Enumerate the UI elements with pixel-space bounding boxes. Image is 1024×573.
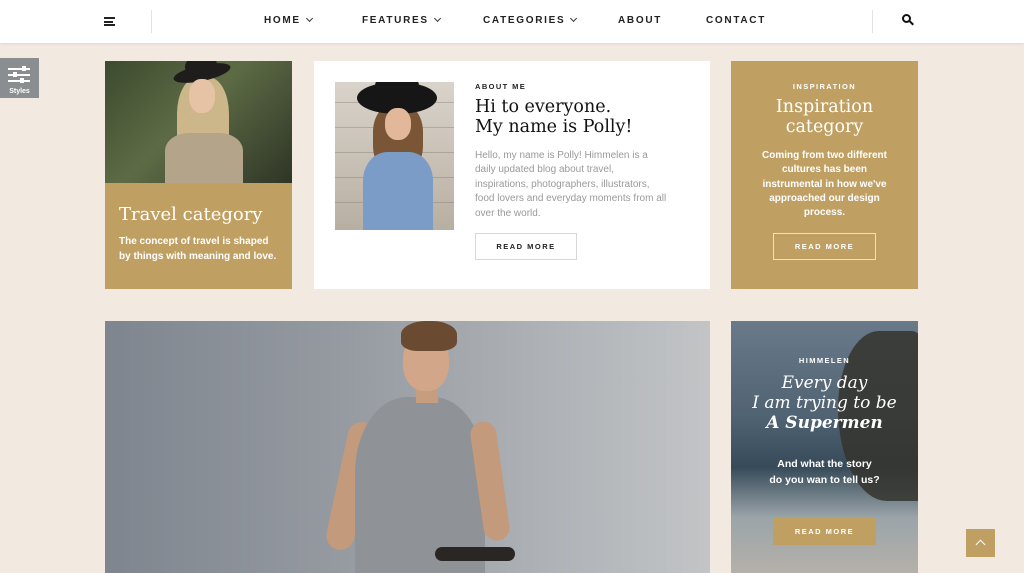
travel-card-text: The concept of travel is shaped by thing… <box>119 236 277 262</box>
travel-photo <box>105 61 292 183</box>
himmelen-text-line: And what the story <box>777 458 872 470</box>
nav-item-label: CATEGORIES <box>483 15 566 26</box>
author-photo <box>335 82 454 230</box>
nav-divider <box>151 10 152 33</box>
inspiration-text: Coming from two different cultures has b… <box>762 150 887 219</box>
himmelen-promo-card: HIMMELEN Every day I am trying to be A S… <box>731 321 918 573</box>
chevron-down-icon <box>433 14 441 23</box>
nav-item-label: FEATURES <box>362 15 429 26</box>
nav-item-label: CONTACT <box>706 15 767 26</box>
travel-card-title[interactable]: Travel category <box>119 204 262 225</box>
himmelen-headline-line: I am trying to be <box>752 393 897 413</box>
nav-item-categories[interactable]: CATEGORIES <box>483 14 578 26</box>
nav-item-features[interactable]: FEATURES <box>362 14 441 26</box>
about-eyebrow: ABOUT ME <box>475 82 527 91</box>
travel-category-card[interactable]: Travel category The concept of travel is… <box>105 61 292 289</box>
himmelen-headline-line: Every day <box>781 373 868 393</box>
nav-item-label: ABOUT <box>618 15 663 26</box>
inspiration-read-more-button[interactable]: READ MORE <box>773 233 876 260</box>
top-navigation-bar: HOME FEATURES CATEGORIES ABOUT CONTACT <box>0 0 1024 43</box>
about-heading-line: My name is Polly! <box>475 117 633 137</box>
himmelen-read-more-button[interactable]: READ MORE <box>773 518 876 545</box>
inspiration-title: Inspiration category <box>731 97 918 137</box>
search-icon[interactable] <box>902 14 914 26</box>
himmelen-text: And what the story do you wan to tell us… <box>756 456 893 488</box>
inspiration-eyebrow: INSPIRATION <box>792 82 857 91</box>
sliders-icon <box>8 66 30 83</box>
nav-item-home[interactable]: HOME <box>264 14 313 26</box>
nav-divider <box>872 10 873 33</box>
about-me-card: ABOUT ME Hi to everyone. My name is Poll… <box>314 61 710 289</box>
about-read-more-button[interactable]: READ MORE <box>475 233 577 260</box>
nav-item-label: HOME <box>264 15 301 26</box>
back-to-top-button[interactable] <box>966 529 995 557</box>
chevron-down-icon <box>305 14 313 23</box>
featured-post-image[interactable] <box>105 321 710 573</box>
himmelen-text-line: do you wan to tell us? <box>769 474 880 486</box>
inspiration-category-card: INSPIRATION Inspiration category Coming … <box>731 61 918 289</box>
nav-item-contact[interactable]: CONTACT <box>706 15 766 26</box>
hamburger-menu-icon[interactable] <box>104 17 115 26</box>
styles-panel-toggle[interactable]: Styles <box>0 58 39 98</box>
inspiration-title-line: Inspiration <box>775 97 874 117</box>
about-heading: Hi to everyone. My name is Polly! <box>475 97 632 137</box>
about-text: Hello, my name is Polly! Himmelen is a d… <box>475 150 667 219</box>
nav-item-about[interactable]: ABOUT <box>618 15 662 26</box>
himmelen-eyebrow: HIMMELEN <box>798 356 851 365</box>
styles-label: Styles <box>9 88 30 95</box>
inspiration-title-line: category <box>785 117 864 137</box>
himmelen-headline-line: A Supermen <box>766 413 883 433</box>
chevron-down-icon <box>570 14 578 23</box>
chevron-up-icon <box>975 539 986 550</box>
himmelen-headline: Every day I am trying to be A Supermen <box>731 373 918 433</box>
about-heading-line: Hi to everyone. <box>475 97 612 117</box>
